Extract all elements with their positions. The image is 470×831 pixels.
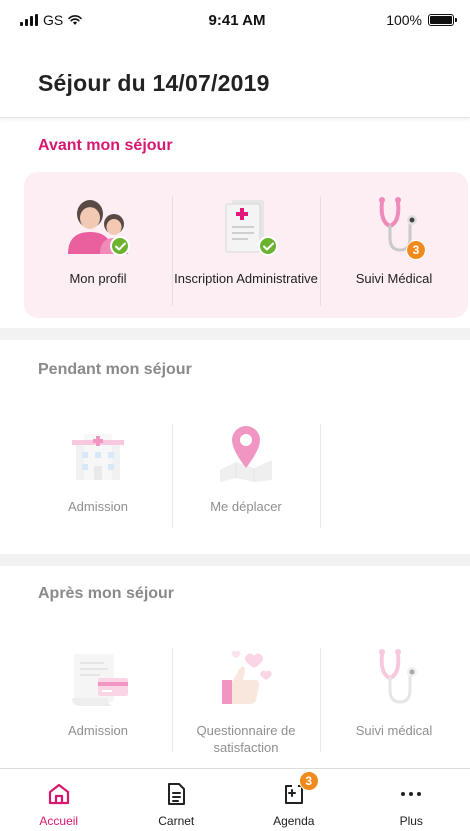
tile-label: Admission (68, 723, 128, 738)
notebook-icon (163, 781, 189, 807)
nav-plus[interactable]: Plus (353, 769, 470, 831)
thumbs-up-hearts-icon (210, 646, 282, 708)
tile-admission[interactable]: Admission (24, 400, 172, 540)
section-title-avant: Avant mon séjour (38, 137, 173, 154)
battery-percent: 100% (386, 12, 422, 28)
tile-label: Admission (68, 499, 128, 514)
home-icon (46, 781, 72, 807)
status-bar: GS 9:41 AM 100% (0, 0, 470, 40)
more-dots-icon (398, 781, 424, 807)
map-pin-icon (210, 422, 282, 484)
wifi-icon (68, 15, 82, 25)
page-title: Séjour du 14/07/2019 (38, 70, 270, 96)
nav-label: Accueil (39, 814, 79, 828)
tile-label: Me déplacer (210, 499, 282, 514)
card-pendant: Admission Me déplacer (24, 400, 468, 540)
tile-label: Questionnaire de satisfaction (196, 723, 296, 755)
battery-icon (428, 14, 457, 26)
tile-mon-profil[interactable]: Mon profil (24, 172, 172, 318)
tile-label: Suivi Médical (355, 271, 433, 286)
signal-icon (20, 14, 38, 26)
section-title-apres: Après mon séjour (38, 585, 175, 602)
tile-empty (320, 400, 468, 540)
nav-accueil[interactable]: Accueil (0, 769, 118, 831)
card-apres: Admission Questionnaire de satisfaction (24, 624, 468, 764)
calendar-add-icon: 3 (281, 771, 319, 807)
tile-label: Inscription Administrative (174, 271, 318, 286)
tile-suivi-medical-apres[interactable]: Suivi médical (320, 624, 468, 764)
card-avant: Mon profil Inscription Administrative 3 … (24, 172, 468, 318)
tile-label: Suivi médical (355, 723, 433, 738)
notification-badge: 3 (406, 240, 426, 260)
tile-me-deplacer[interactable]: Me déplacer (172, 400, 320, 540)
stethoscope-icon: 3 (358, 194, 430, 260)
tile-inscription-administrative[interactable]: Inscription Administrative (172, 172, 320, 318)
section-divider (0, 554, 470, 566)
hospital-icon (62, 422, 134, 484)
nav-label: Agenda (273, 814, 315, 828)
nav-label: Plus (399, 814, 423, 828)
family-profile-icon (62, 194, 134, 256)
bottom-nav: Accueil Carnet 3 Agenda Plus (0, 768, 470, 831)
tile-label: Mon profil (69, 271, 127, 286)
section-divider (0, 328, 470, 340)
tile-suivi-medical[interactable]: 3 Suivi Médical (320, 172, 468, 318)
tile-questionnaire-satisfaction[interactable]: Questionnaire de satisfaction (172, 624, 320, 764)
check-icon (110, 236, 130, 256)
tile-admission-apres[interactable]: Admission (24, 624, 172, 764)
status-left: GS (20, 12, 160, 28)
nav-label: Carnet (158, 814, 195, 828)
status-right: 100% (314, 12, 457, 28)
receipt-icon (62, 646, 134, 708)
nav-carnet[interactable]: Carnet (118, 769, 236, 831)
stethoscope-icon (358, 646, 430, 708)
page-header: Séjour du 14/07/2019 (0, 40, 470, 118)
check-icon (258, 236, 278, 256)
agenda-badge: 3 (298, 771, 319, 791)
carrier-label: GS (43, 12, 64, 28)
status-time: 9:41 AM (208, 11, 266, 29)
nav-agenda[interactable]: 3 Agenda (235, 769, 353, 831)
document-icon (210, 194, 282, 256)
section-title-pendant: Pendant mon séjour (38, 361, 192, 378)
